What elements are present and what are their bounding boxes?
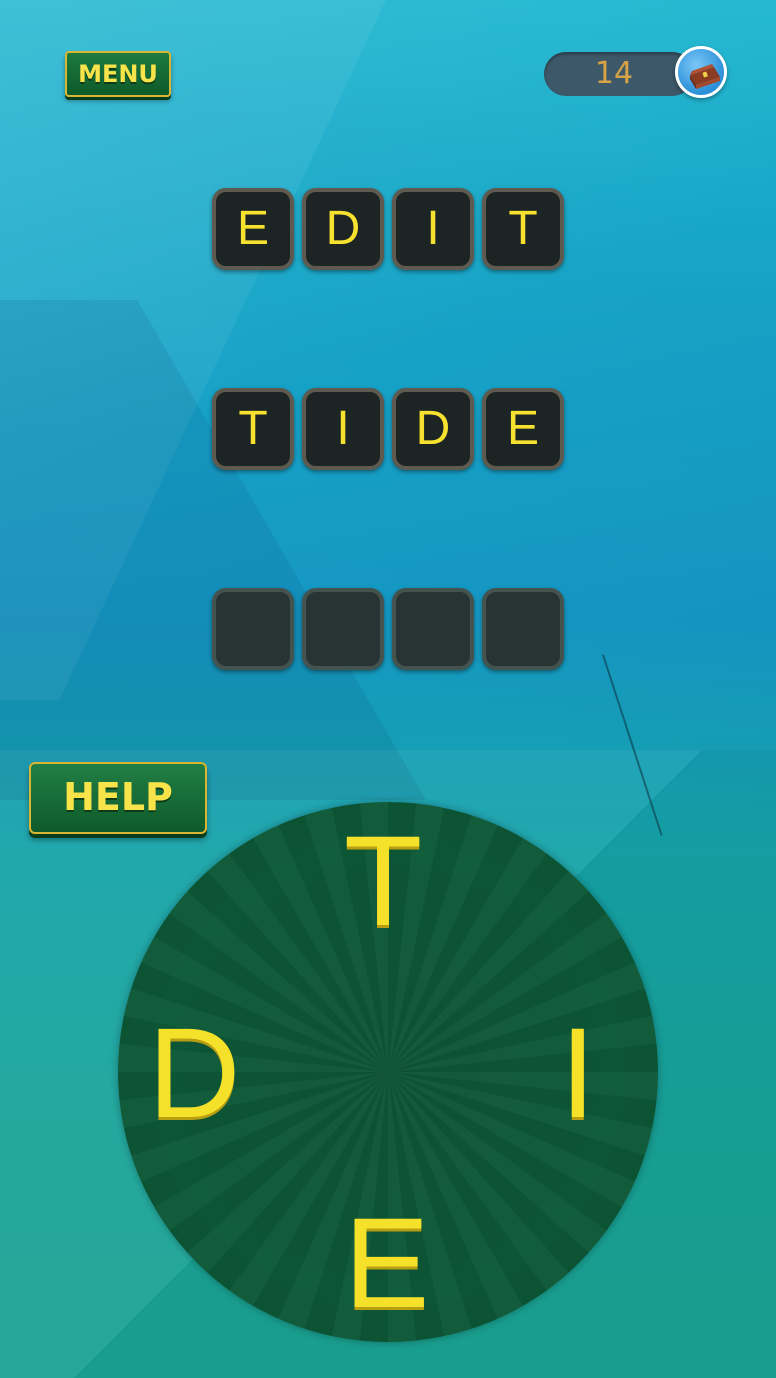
letter-tile: E	[482, 388, 564, 470]
wheel-letter-left[interactable]: D	[148, 1010, 240, 1138]
treasure-chest-icon[interactable]	[675, 46, 727, 98]
letter-tile: T	[482, 188, 564, 270]
empty-tile	[482, 588, 564, 670]
background-line	[602, 654, 663, 836]
coin-count: 14	[594, 56, 634, 91]
word-row-empty	[212, 588, 564, 670]
wheel-letter-right[interactable]: I	[560, 1010, 596, 1138]
letter-tile: D	[302, 188, 384, 270]
letter-tile: E	[212, 188, 294, 270]
letter-tile: T	[212, 388, 294, 470]
word-row: E D I T	[212, 188, 564, 270]
wheel-letter-top[interactable]: T	[344, 818, 422, 946]
background-facet	[0, 300, 776, 800]
menu-button[interactable]: MENU	[65, 51, 171, 97]
help-button[interactable]: HELP	[29, 762, 207, 834]
word-row: T I D E	[212, 388, 564, 470]
empty-tile	[392, 588, 474, 670]
letter-tile: D	[392, 388, 474, 470]
empty-tile	[212, 588, 294, 670]
letter-tile: I	[302, 388, 384, 470]
letter-tile: I	[392, 188, 474, 270]
empty-tile	[302, 588, 384, 670]
coin-counter: 14	[544, 52, 694, 96]
wheel-letter-bottom[interactable]: E	[344, 1200, 429, 1328]
